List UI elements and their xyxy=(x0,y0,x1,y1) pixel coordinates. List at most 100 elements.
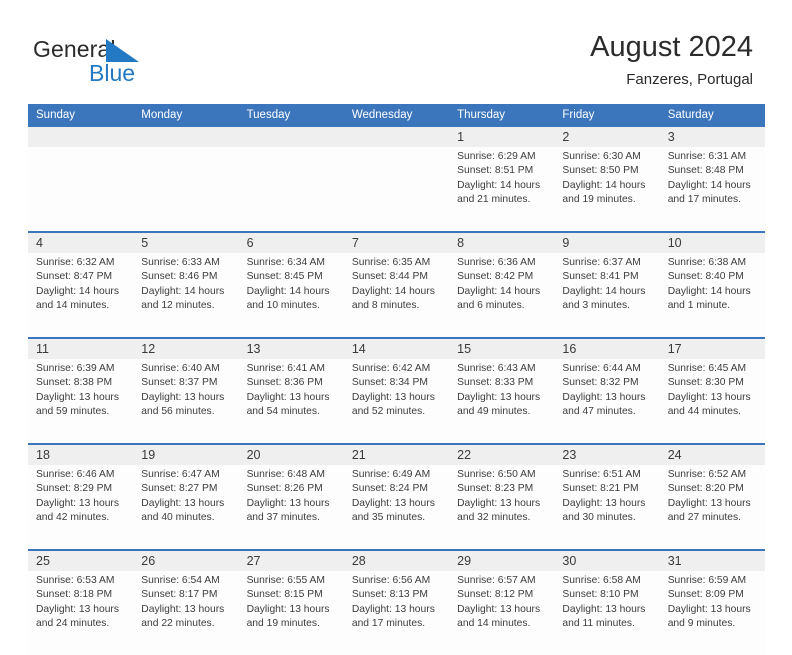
day-cell[interactable]: Sunrise: 6:35 AM Sunset: 8:44 PM Daylight:… xyxy=(343,253,450,338)
sunset-text: Sunset: 8:48 PM xyxy=(667,165,744,177)
sunset-text: Sunset: 8:51 PM xyxy=(457,165,534,177)
day-cell[interactable]: Sunrise: 6:37 AM Sunset: 8:41 PM Daylight:… xyxy=(554,253,660,338)
weekday-header-tuesday: Tuesday xyxy=(238,104,344,127)
day-cell[interactable]: Sunrise: 6:57 AM Sunset: 8:12 PM Daylight:… xyxy=(449,571,555,655)
day-cell[interactable]: Sunrise: 6:30 AM Sunset: 8:50 PM Daylight:… xyxy=(554,147,660,232)
day-cell[interactable]: Sunrise: 6:36 AM Sunset: 8:42 PM Daylight:… xyxy=(449,253,555,338)
sunrise-text: Sunrise: 6:31 AM xyxy=(667,151,747,162)
day-number[interactable]: 23 xyxy=(554,443,660,465)
day-cell[interactable]: Sunrise: 6:31 AM Sunset: 8:48 PM Daylight:… xyxy=(659,147,765,232)
day-cell[interactable]: Sunrise: 6:56 AM Sunset: 8:13 PM Daylight:… xyxy=(343,571,450,655)
daylight-text: Daylight: 13 hours xyxy=(667,497,751,509)
sunrise-text: Sunrise: 6:29 AM xyxy=(457,151,536,162)
daylight-text: Daylight: 13 hours xyxy=(141,391,225,403)
day-cell[interactable]: Sunrise: 6:40 AM Sunset: 8:37 PM Daylight:… xyxy=(133,359,239,444)
day-number[interactable]: 19 xyxy=(133,443,239,465)
daylight-text: Daylight: 13 hours xyxy=(457,603,541,615)
day-number[interactable]: 14 xyxy=(343,337,450,359)
day-number[interactable]: 24 xyxy=(659,443,765,465)
sunrise-text: Sunrise: 6:42 AM xyxy=(351,363,431,374)
day-cell[interactable]: Sunrise: 6:54 AM Sunset: 8:17 PM Daylight:… xyxy=(133,571,239,655)
day-cell[interactable]: Sunrise: 6:51 AM Sunset: 8:21 PM Daylight:… xyxy=(554,465,660,550)
day-number[interactable]: 26 xyxy=(133,549,239,571)
day-cell[interactable]: Sunrise: 6:53 AM Sunset: 8:18 PM Daylight:… xyxy=(28,571,134,655)
sunset-text: Sunset: 8:27 PM xyxy=(141,483,218,495)
day-cell[interactable]: Sunrise: 6:52 AM Sunset: 8:20 PM Daylight:… xyxy=(659,465,765,550)
day-cell[interactable]: Sunrise: 6:42 AM Sunset: 8:34 PM Daylight:… xyxy=(343,359,450,444)
day-cell[interactable]: Sunrise: 6:32 AM Sunset: 8:47 PM Daylight:… xyxy=(28,253,134,338)
day-cell[interactable]: Sunrise: 6:34 AM Sunset: 8:45 PM Daylight:… xyxy=(238,253,344,338)
day-number[interactable]: 31 xyxy=(659,549,765,571)
week-detail-row: Sunrise: 6:39 AM Sunset: 8:38 PM Daylight:… xyxy=(28,359,765,444)
daylight-text: Daylight: 13 hours xyxy=(351,603,435,615)
day-number[interactable]: 17 xyxy=(659,337,765,359)
daylight-text: Daylight: 13 hours xyxy=(36,603,119,615)
day-number[interactable]: 30 xyxy=(554,549,660,571)
day-cell[interactable]: Sunrise: 6:59 AM Sunset: 8:09 PM Daylight:… xyxy=(659,571,765,655)
day-number[interactable]: 21 xyxy=(343,443,450,465)
day-cell[interactable]: Sunrise: 6:49 AM Sunset: 8:24 PM Daylight:… xyxy=(343,465,450,550)
sunset-text: Sunset: 8:36 PM xyxy=(246,377,323,389)
weekday-header-wednesday: Wednesday xyxy=(343,104,450,127)
sunrise-text: Sunrise: 6:32 AM xyxy=(36,257,115,268)
day-cell[interactable]: Sunrise: 6:43 AM Sunset: 8:33 PM Daylight:… xyxy=(449,359,555,444)
sunrise-text: Sunrise: 6:57 AM xyxy=(457,575,536,586)
daylight-text-cont: and 24 minutes. xyxy=(36,618,110,630)
day-number[interactable]: 1 xyxy=(449,127,555,147)
day-cell[interactable]: Sunrise: 6:38 AM Sunset: 8:40 PM Daylight:… xyxy=(659,253,765,338)
day-number[interactable]: 28 xyxy=(343,549,450,571)
sunrise-text: Sunrise: 6:58 AM xyxy=(562,575,641,586)
day-number[interactable]: 10 xyxy=(659,231,765,253)
day-cell[interactable]: Sunrise: 6:44 AM Sunset: 8:32 PM Daylight:… xyxy=(554,359,660,444)
daylight-text-cont: and 11 minutes. xyxy=(562,618,635,630)
day-cell[interactable]: Sunrise: 6:55 AM Sunset: 8:15 PM Daylight:… xyxy=(238,571,344,655)
day-number[interactable]: 27 xyxy=(238,549,344,571)
day-cell[interactable]: Sunrise: 6:48 AM Sunset: 8:26 PM Daylight:… xyxy=(238,465,344,550)
day-cell[interactable]: Sunrise: 6:47 AM Sunset: 8:27 PM Daylight:… xyxy=(133,465,239,550)
day-number[interactable]: 9 xyxy=(554,231,660,253)
day-number[interactable]: 20 xyxy=(238,443,344,465)
day-cell[interactable]: Sunrise: 6:45 AM Sunset: 8:30 PM Daylight:… xyxy=(659,359,765,444)
day-number[interactable]: 5 xyxy=(133,231,239,253)
calendar-grid: Sunday Monday Tuesday Wednesday Thursday Frid… xyxy=(28,104,765,655)
day-cell[interactable]: Sunrise: 6:29 AM Sunset: 8:51 PM Daylight:… xyxy=(449,147,555,232)
daylight-text-cont: and 44 minutes. xyxy=(667,406,741,418)
day-number[interactable]: 29 xyxy=(449,549,555,571)
day-number[interactable]: 13 xyxy=(238,337,344,359)
day-number[interactable]: 4 xyxy=(28,231,134,253)
day-number[interactable]: 8 xyxy=(449,231,555,253)
day-number[interactable]: 15 xyxy=(449,337,555,359)
day-cell[interactable]: Sunrise: 6:33 AM Sunset: 8:46 PM Daylight:… xyxy=(133,253,239,338)
day-number[interactable]: 16 xyxy=(554,337,660,359)
day-number[interactable]: 6 xyxy=(238,231,344,253)
day-number[interactable]: 2 xyxy=(554,127,660,147)
logo-word-general: General xyxy=(33,36,116,62)
daylight-text: Daylight: 13 hours xyxy=(457,497,541,509)
day-cell[interactable]: Sunrise: 6:46 AM Sunset: 8:29 PM Daylight:… xyxy=(28,465,134,550)
day-cell[interactable]: Sunrise: 6:58 AM Sunset: 8:10 PM Daylight:… xyxy=(554,571,660,655)
sunrise-text: Sunrise: 6:39 AM xyxy=(36,363,115,374)
sunset-text: Sunset: 8:40 PM xyxy=(667,271,744,283)
day-number[interactable]: 3 xyxy=(659,127,765,147)
day-cell[interactable]: Sunrise: 6:50 AM Sunset: 8:23 PM Daylight:… xyxy=(449,465,555,550)
general-blue-logo[interactable]: General Blue xyxy=(33,36,253,88)
sunset-text: Sunset: 8:42 PM xyxy=(457,271,534,283)
day-number[interactable]: 25 xyxy=(28,549,134,571)
day-cell[interactable]: Sunrise: 6:39 AM Sunset: 8:38 PM Daylight:… xyxy=(28,359,134,444)
daylight-text: Daylight: 13 hours xyxy=(351,391,435,403)
daylight-text-cont: and 35 minutes. xyxy=(351,512,426,524)
daylight-text: Daylight: 13 hours xyxy=(141,497,225,509)
sunrise-text: Sunrise: 6:41 AM xyxy=(246,363,325,374)
day-number[interactable]: 11 xyxy=(28,337,134,359)
logo-word-blue: Blue xyxy=(89,60,136,86)
day-number[interactable]: 18 xyxy=(28,443,134,465)
sunset-text: Sunset: 8:21 PM xyxy=(562,483,639,495)
day-number-empty xyxy=(133,127,239,147)
day-number[interactable]: 12 xyxy=(133,337,239,359)
day-cell[interactable]: Sunrise: 6:41 AM Sunset: 8:36 PM Daylight:… xyxy=(238,359,344,444)
daylight-text-cont: and 52 minutes. xyxy=(351,406,426,418)
daylight-text-cont: and 54 minutes. xyxy=(246,406,320,418)
day-number[interactable]: 7 xyxy=(343,231,450,253)
sunrise-text: Sunrise: 6:48 AM xyxy=(246,469,325,480)
day-number[interactable]: 22 xyxy=(449,443,555,465)
